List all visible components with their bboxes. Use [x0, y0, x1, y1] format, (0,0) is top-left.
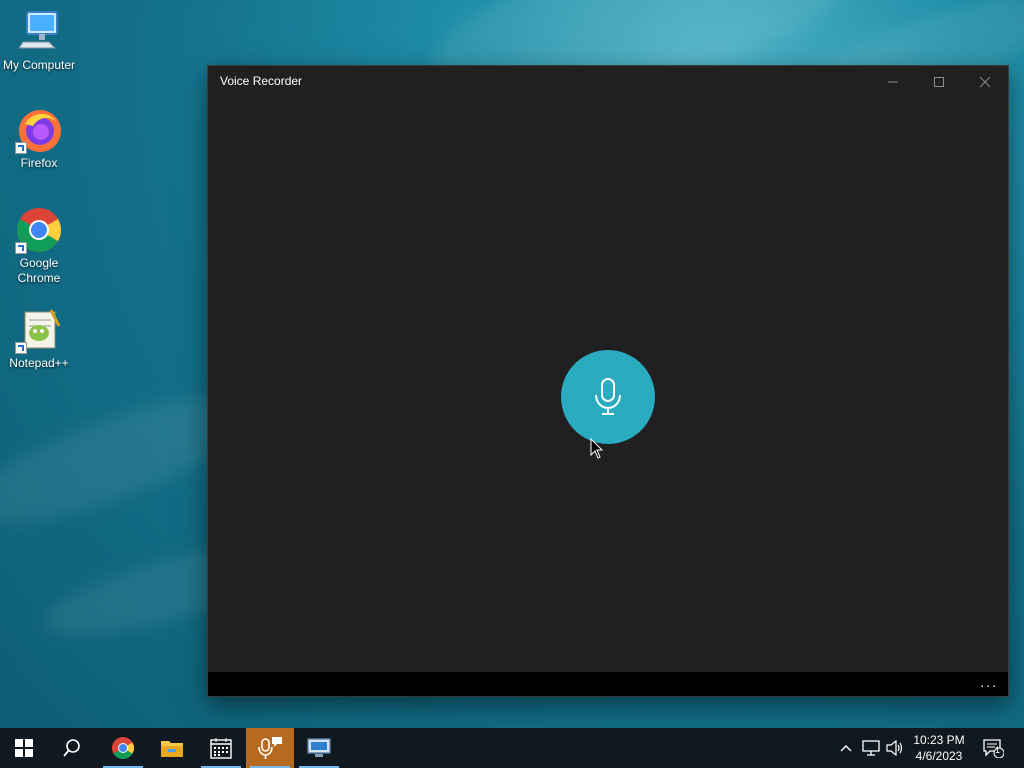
- maximize-icon: [934, 77, 944, 87]
- taskbar-remote-desktop[interactable]: [295, 728, 343, 768]
- volume-button[interactable]: [884, 728, 906, 768]
- voice-recorder-window: Voice Recorder ...: [208, 66, 1008, 696]
- start-button[interactable]: [0, 728, 48, 768]
- taskbar-file-explorer[interactable]: [148, 728, 196, 768]
- show-hidden-icons-button[interactable]: [836, 728, 856, 768]
- calendar-icon: [210, 738, 232, 759]
- chrome-icon: [15, 206, 63, 254]
- taskbar: 10:23 PM 4/6/2023 1: [0, 728, 1024, 768]
- search-button[interactable]: [48, 728, 96, 768]
- desktop-icon-label: Firefox: [20, 156, 58, 170]
- chevron-up-icon: [840, 745, 852, 752]
- mouse-cursor-icon: [590, 438, 604, 459]
- notification-badge: 1: [995, 745, 1001, 755]
- file-explorer-icon: [161, 741, 183, 757]
- taskbar-calendar[interactable]: [197, 728, 245, 768]
- network-button[interactable]: [860, 728, 882, 768]
- close-icon: [979, 76, 991, 88]
- maximize-button[interactable]: [916, 66, 962, 98]
- desktop-icon-label: My Computer: [2, 58, 76, 72]
- action-center-button[interactable]: 1: [978, 728, 1008, 768]
- shortcut-arrow-icon: [15, 242, 27, 254]
- volume-icon: [886, 740, 903, 756]
- windows-start-icon: [15, 739, 33, 757]
- monitor-icon: [15, 8, 63, 56]
- network-icon: [862, 740, 880, 756]
- record-button[interactable]: [561, 350, 655, 444]
- taskbar-chrome[interactable]: [99, 728, 147, 768]
- taskbar-voice-recorder[interactable]: [246, 728, 294, 768]
- desktop-icon-label: Google Chrome: [17, 256, 61, 285]
- search-icon: [63, 739, 80, 757]
- clock-time: 10:23 PM: [913, 733, 965, 747]
- shortcut-arrow-icon: [15, 342, 27, 354]
- voice-recorder-icon: [258, 737, 282, 759]
- minimize-icon: [888, 81, 898, 83]
- desktop-icon-my-computer[interactable]: My Computer: [2, 8, 76, 73]
- desktop-icon-notepad-plus-plus[interactable]: Notepad++: [2, 306, 76, 371]
- app-command-bar: ...: [208, 672, 1008, 696]
- clock[interactable]: 10:23 PM 4/6/2023: [908, 732, 970, 764]
- close-button[interactable]: [962, 66, 1008, 98]
- chrome-icon: [112, 737, 134, 759]
- desktop-icon-firefox[interactable]: Firefox: [2, 106, 76, 171]
- minimize-button[interactable]: [870, 66, 916, 98]
- window-title: Voice Recorder: [220, 74, 303, 88]
- title-bar[interactable]: Voice Recorder: [208, 66, 1008, 98]
- microphone-icon: [595, 378, 621, 415]
- firefox-icon: [15, 106, 63, 154]
- desktop-icon-label: Notepad++: [9, 356, 69, 370]
- notepad-plus-plus-icon: [15, 306, 63, 354]
- clock-date: 4/6/2023: [915, 749, 963, 763]
- shortcut-arrow-icon: [15, 142, 27, 154]
- desktop-icon-chrome[interactable]: Google Chrome: [2, 206, 76, 286]
- more-options-button[interactable]: ...: [980, 674, 998, 690]
- notification-icon: [983, 739, 1004, 758]
- remote-desktop-icon: [307, 738, 331, 757]
